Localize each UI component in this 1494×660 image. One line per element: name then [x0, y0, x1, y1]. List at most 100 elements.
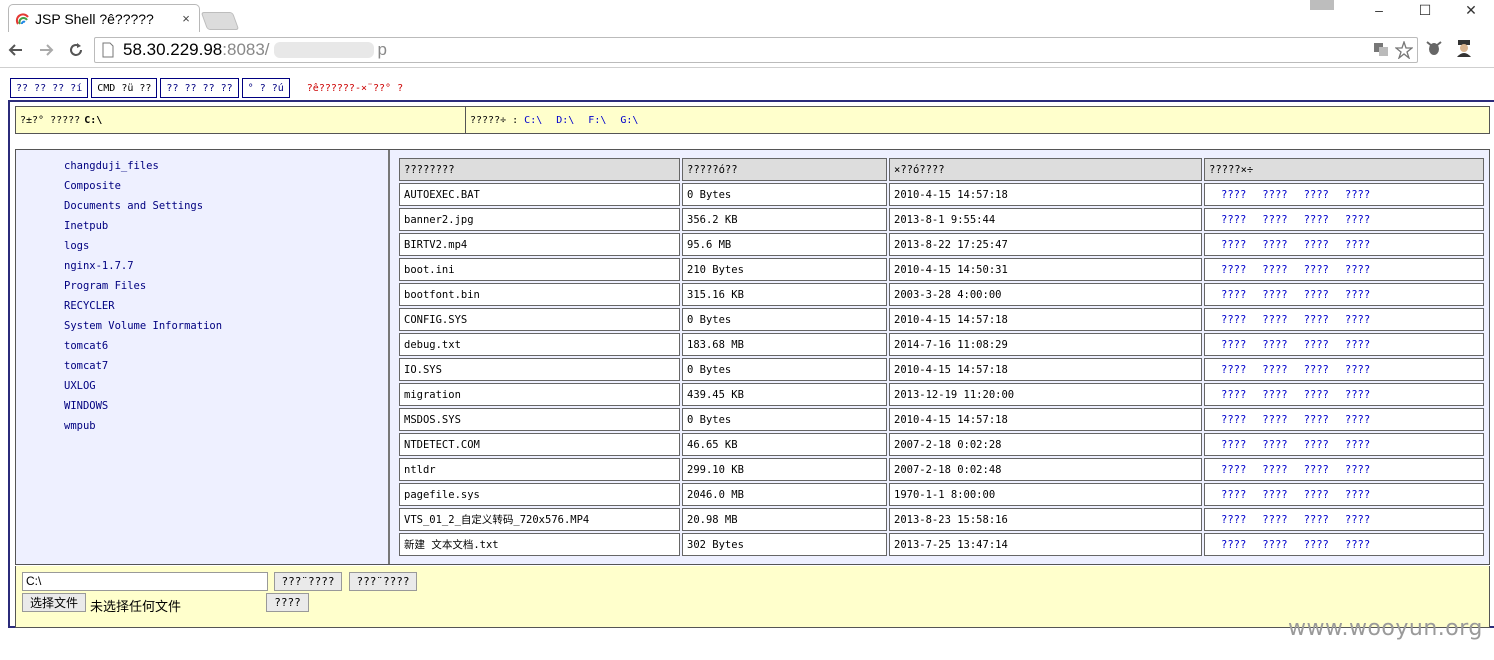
extension-bug-icon[interactable] [1424, 38, 1444, 58]
directory-link[interactable]: tomcat7 [16, 358, 388, 378]
directory-link[interactable]: logs [16, 238, 388, 258]
file-action-link[interactable]: ???? [1304, 414, 1329, 426]
close-tab-icon[interactable]: × [179, 11, 193, 26]
file-action-link[interactable]: ???? [1304, 539, 1329, 551]
minimize-button[interactable]: – [1356, 0, 1402, 20]
file-action-link[interactable]: ???? [1304, 364, 1329, 376]
directory-link[interactable]: Program Files [16, 278, 388, 298]
file-action-link[interactable]: ???? [1345, 389, 1370, 401]
file-action-link[interactable]: ???? [1221, 539, 1246, 551]
file-action-link[interactable]: ???? [1345, 489, 1370, 501]
file-action-link[interactable]: ???? [1304, 339, 1329, 351]
file-action-link[interactable]: ???? [1345, 439, 1370, 451]
file-action-link[interactable]: ???? [1304, 239, 1329, 251]
file-action-link[interactable]: ???? [1345, 414, 1370, 426]
directory-link[interactable]: WINDOWS [16, 398, 388, 418]
directory-link[interactable]: RECYCLER [16, 298, 388, 318]
file-action-link[interactable]: ???? [1221, 239, 1246, 251]
file-action-link[interactable]: ???? [1262, 239, 1287, 251]
choose-file-button[interactable]: 选择文件 [22, 593, 86, 612]
file-action-link[interactable]: ???? [1221, 264, 1246, 276]
file-action-link[interactable]: ???? [1304, 314, 1329, 326]
translate-icon[interactable] [1373, 41, 1389, 57]
file-action-link[interactable]: ???? [1221, 389, 1246, 401]
directory-link[interactable]: tomcat6 [16, 338, 388, 358]
file-action-link[interactable]: ???? [1262, 314, 1287, 326]
file-action-link[interactable]: ???? [1221, 439, 1246, 451]
file-action-link[interactable]: ???? [1345, 514, 1370, 526]
file-action-link[interactable]: ???? [1262, 189, 1287, 201]
maximize-button[interactable]: ☐ [1402, 0, 1448, 20]
directory-link[interactable]: changduji_files [16, 158, 388, 178]
drive-link-c[interactable]: C:\ [524, 115, 542, 126]
drive-link-g[interactable]: G:\ [620, 115, 638, 126]
file-action-link[interactable]: ???? [1221, 489, 1246, 501]
browser-tab[interactable]: JSP Shell ?ê????? × [8, 4, 200, 32]
forward-button[interactable] [32, 36, 60, 64]
menu-file-manager-button[interactable]: ?? ?? ?? ?í [10, 78, 89, 98]
file-action-link[interactable]: ???? [1262, 289, 1287, 301]
file-action-link[interactable]: ???? [1304, 464, 1329, 476]
file-action-link[interactable]: ???? [1345, 339, 1370, 351]
file-action-link[interactable]: ???? [1345, 364, 1370, 376]
extension-agent-icon[interactable] [1454, 38, 1474, 58]
file-action-link[interactable]: ???? [1221, 414, 1246, 426]
path-input[interactable]: C:\ [22, 572, 268, 591]
file-action-link[interactable]: ???? [1345, 189, 1370, 201]
file-action-link[interactable]: ???? [1304, 439, 1329, 451]
directory-link[interactable]: System Volume Information [16, 318, 388, 338]
directory-link[interactable]: UXLOG [16, 378, 388, 398]
close-window-button[interactable]: ✕ [1448, 0, 1494, 20]
file-action-link[interactable]: ???? [1304, 264, 1329, 276]
file-action-link[interactable]: ???? [1262, 389, 1287, 401]
file-action-link[interactable]: ???? [1304, 489, 1329, 501]
file-action-link[interactable]: ???? [1262, 364, 1287, 376]
file-action-link[interactable]: ???? [1221, 314, 1246, 326]
file-action-link[interactable]: ???? [1304, 214, 1329, 226]
bookmark-star-icon[interactable] [1395, 41, 1413, 59]
file-action-link[interactable]: ???? [1345, 239, 1370, 251]
file-action-link[interactable]: ???? [1345, 289, 1370, 301]
file-action-link[interactable]: ???? [1262, 264, 1287, 276]
file-action-link[interactable]: ???? [1345, 264, 1370, 276]
back-button[interactable] [2, 36, 30, 64]
menu-tools-button[interactable]: ?? ?? ?? ?? [160, 78, 239, 98]
file-action-link[interactable]: ???? [1262, 464, 1287, 476]
drive-link-d[interactable]: D:\ [556, 115, 574, 126]
file-action-link[interactable]: ???? [1221, 364, 1246, 376]
directory-link[interactable]: Documents and Settings [16, 198, 388, 218]
file-action-link[interactable]: ???? [1221, 214, 1246, 226]
file-action-link[interactable]: ???? [1262, 539, 1287, 551]
file-action-link[interactable]: ???? [1221, 189, 1246, 201]
create-folder-button[interactable]: ???¨???? [349, 572, 417, 591]
file-action-link[interactable]: ???? [1345, 314, 1370, 326]
directory-link[interactable]: Composite [16, 178, 388, 198]
directory-link[interactable]: wmpub [16, 418, 388, 438]
file-action-link[interactable]: ???? [1221, 514, 1246, 526]
directory-link[interactable]: nginx-1.7.7 [16, 258, 388, 278]
create-file-button[interactable]: ???¨???? [274, 572, 342, 591]
file-action-link[interactable]: ???? [1221, 339, 1246, 351]
file-action-link[interactable]: ???? [1304, 189, 1329, 201]
menu-logout-button[interactable]: ° ? ?ú [241, 78, 290, 98]
file-action-link[interactable]: ???? [1304, 389, 1329, 401]
reload-button[interactable] [62, 36, 90, 64]
directory-link[interactable]: Inetpub [16, 218, 388, 238]
file-action-link[interactable]: ???? [1262, 414, 1287, 426]
user-profile-icon[interactable] [1310, 0, 1334, 10]
address-bar[interactable]: 58.30.229.98 :8083/ p [94, 37, 1418, 63]
menu-cmd-button[interactable]: CMD ?ü ?? [91, 78, 158, 98]
file-action-link[interactable]: ???? [1304, 289, 1329, 301]
file-action-link[interactable]: ???? [1262, 489, 1287, 501]
file-action-link[interactable]: ???? [1262, 214, 1287, 226]
file-action-link[interactable]: ???? [1345, 464, 1370, 476]
file-action-link[interactable]: ???? [1304, 514, 1329, 526]
file-action-link[interactable]: ???? [1262, 439, 1287, 451]
file-action-link[interactable]: ???? [1221, 289, 1246, 301]
file-action-link[interactable]: ???? [1221, 464, 1246, 476]
upload-button[interactable]: ???? [266, 593, 309, 612]
file-action-link[interactable]: ???? [1345, 214, 1370, 226]
file-action-link[interactable]: ???? [1262, 514, 1287, 526]
drive-link-f[interactable]: F:\ [588, 115, 606, 126]
file-action-link[interactable]: ???? [1345, 539, 1370, 551]
